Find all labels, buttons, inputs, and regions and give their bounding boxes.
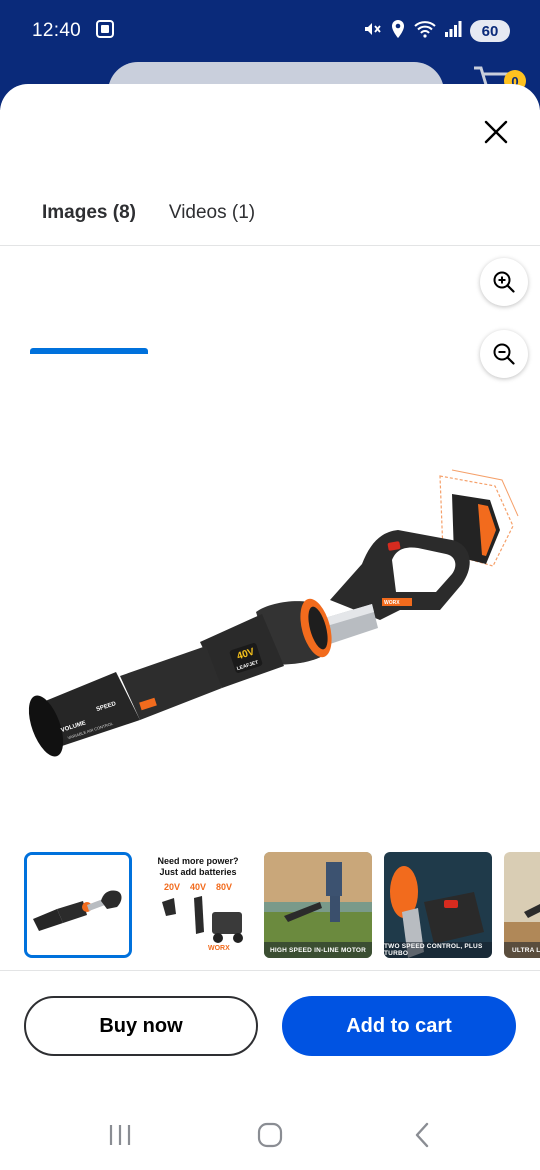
zoom-in-button[interactable] <box>480 258 528 306</box>
media-tabs: Images (8) Videos (1) <box>0 194 540 354</box>
thumbnail-4-caption: TWO SPEED CONTROL, PLUS TURBO <box>384 942 492 958</box>
add-to-cart-button[interactable]: Add to cart <box>282 996 516 1056</box>
buy-now-button[interactable]: Buy now <box>24 996 258 1056</box>
tab-images[interactable]: Images (8) <box>30 194 148 246</box>
home-icon <box>257 1122 283 1148</box>
thumbnail-3[interactable]: HIGH SPEED IN-LINE MOTOR <box>264 852 372 958</box>
thumbnail-4[interactable]: TWO SPEED CONTROL, PLUS TURBO <box>384 852 492 958</box>
thumbnail-5-caption: ULTRA LIG <box>504 942 540 958</box>
tab-selected-indicator <box>30 348 148 354</box>
thumbnail-5[interactable]: ULTRA LIG <box>504 852 540 958</box>
thumbnail-batteries-image: Need more power? Just add batteries 20V … <box>144 852 252 958</box>
wifi-icon <box>414 20 436 43</box>
blower-brand-label: WORX <box>384 600 400 606</box>
signal-icon <box>444 20 462 42</box>
svg-text:Need more power?: Need more power? <box>157 856 238 866</box>
back-icon <box>415 1122 429 1148</box>
tab-videos[interactable]: Videos (1) <box>160 194 264 246</box>
screenshot-icon <box>95 19 115 44</box>
thumbnail-2[interactable]: Need more power? Just add batteries 20V … <box>144 852 252 958</box>
thumbnail-3-caption: HIGH SPEED IN-LINE MOTOR <box>264 942 372 958</box>
location-icon <box>390 19 406 44</box>
recent-apps-button[interactable] <box>100 1118 140 1152</box>
thumbnail-volt-40: 40V <box>190 882 206 892</box>
thumbnail-volt-80: 80V <box>216 882 232 892</box>
mute-icon <box>362 19 382 44</box>
media-viewer-sheet: Images (8) Videos (1) 40V LEAFJET VOLUME… <box>0 84 540 1170</box>
close-button[interactable] <box>478 114 514 150</box>
back-button[interactable] <box>402 1118 442 1152</box>
actions-divider <box>0 970 540 971</box>
close-icon <box>484 120 508 144</box>
zoom-in-icon <box>493 271 515 293</box>
zoom-out-icon <box>493 343 515 365</box>
product-main-image[interactable]: 40V LEAFJET VOLUME SPEED VARIABLE AIR CO… <box>0 414 540 784</box>
status-bar: 12:40 60 <box>0 0 540 62</box>
thumbnail-volt-20: 20V <box>164 882 180 892</box>
home-button[interactable] <box>250 1118 290 1152</box>
svg-text:Just add batteries: Just add batteries <box>159 867 236 877</box>
status-time: 12:40 <box>32 20 82 41</box>
thumbnail-brand: WORX <box>208 945 230 952</box>
recent-apps-icon <box>109 1125 131 1145</box>
thumbnail-1[interactable] <box>24 852 132 958</box>
thumbnail-blower-image <box>27 855 129 955</box>
leaf-blower-image: 40V LEAFJET VOLUME SPEED VARIABLE AIR CO… <box>28 469 519 757</box>
zoom-out-button[interactable] <box>480 330 528 378</box>
battery-indicator: 60 <box>470 20 510 42</box>
thumbnail-strip: Need more power? Just add batteries 20V … <box>0 850 540 960</box>
system-navigation-bar <box>0 1100 540 1170</box>
